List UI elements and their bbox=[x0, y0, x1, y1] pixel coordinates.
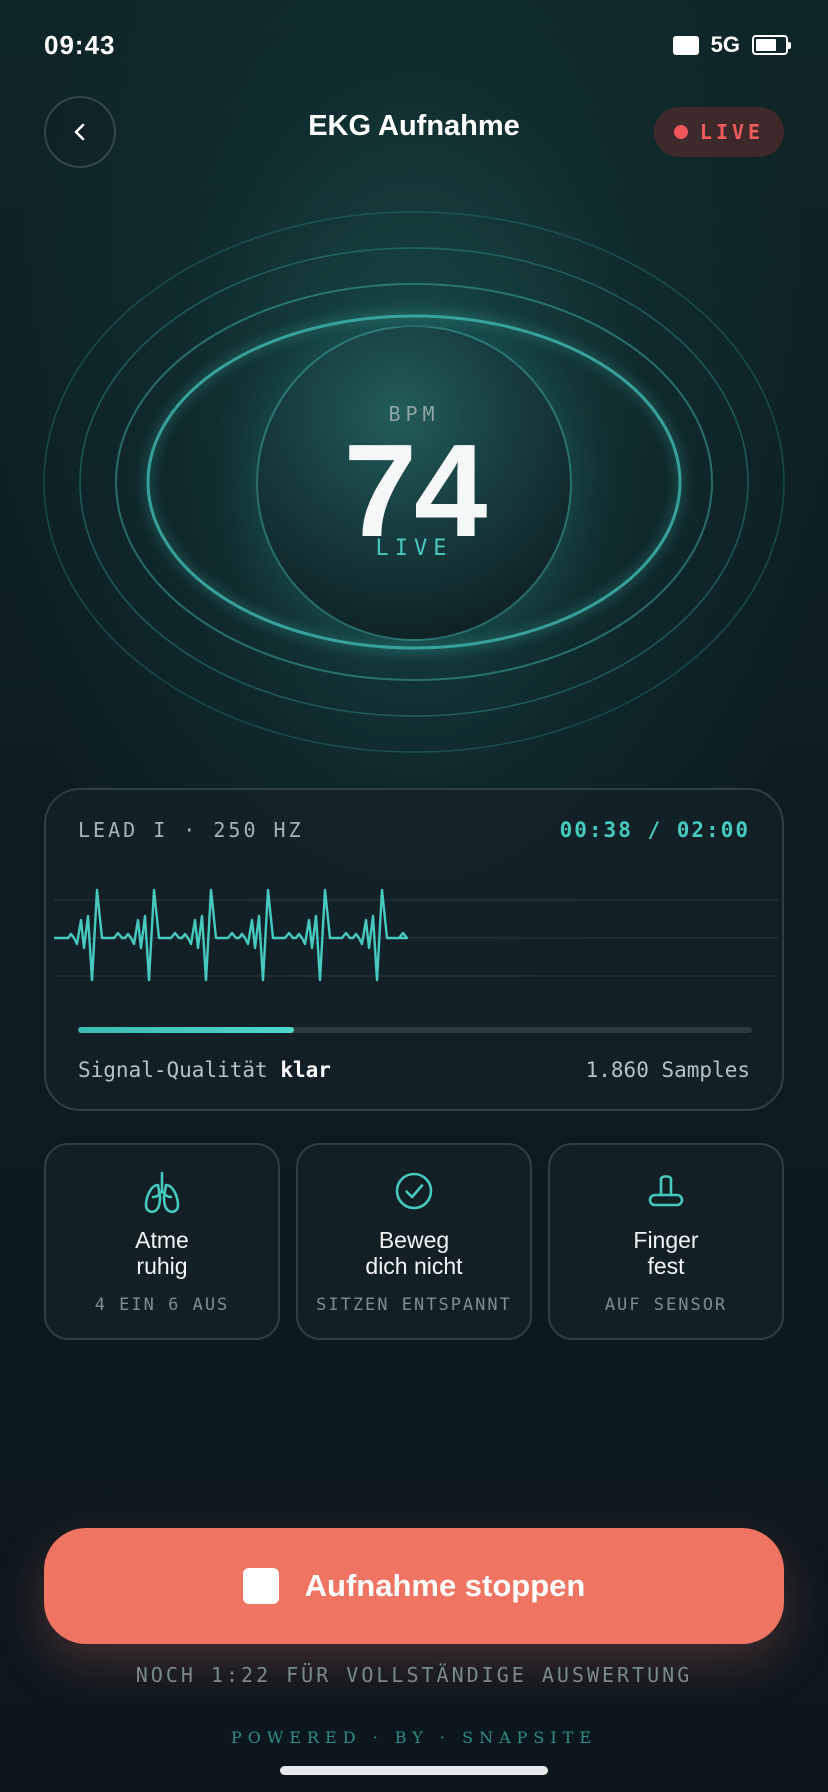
tip-card-breathing: Atme ruhig 4 EIN 6 AUS bbox=[44, 1143, 280, 1340]
ecg-trace bbox=[54, 888, 409, 982]
recording-progress-bar bbox=[78, 1027, 752, 1033]
ecg-timer: 00:38 / 02:00 bbox=[559, 818, 750, 842]
live-badge-label: LIVE bbox=[699, 120, 765, 144]
status-icons: 5G bbox=[672, 32, 791, 58]
battery-icon bbox=[752, 35, 791, 55]
tip-title-line2: ruhig bbox=[136, 1253, 188, 1279]
tip-card-finger: Finger fest AUF SENSOR bbox=[548, 1143, 784, 1340]
signal-quality-label: Signal-Qualität bbox=[78, 1058, 268, 1082]
tip-title-line1: Atme bbox=[135, 1227, 189, 1253]
powered-by-footer: POWERED · BY · SNAPSITE bbox=[230, 1728, 598, 1747]
ecg-waveform bbox=[54, 888, 778, 982]
stop-recording-button[interactable]: Aufnahme stoppen bbox=[44, 1528, 784, 1644]
live-badge: LIVE bbox=[654, 107, 784, 157]
sample-count: 1.860 Samples bbox=[585, 1058, 750, 1082]
tip-card-stillness: Beweg dich nicht SITZEN ENTSPANNT bbox=[296, 1143, 532, 1340]
tip-subtitle: 4 EIN 6 AUS bbox=[94, 1295, 230, 1315]
tip-title-line1: Finger bbox=[633, 1227, 699, 1253]
recording-progress-fill bbox=[78, 1027, 294, 1033]
home-indicator[interactable] bbox=[280, 1766, 548, 1775]
signal-quality: Signal-Qualität klar bbox=[78, 1058, 331, 1082]
ecg-card: LEAD I · 250 HZ 00:38 / 02:00 Signal-Qua… bbox=[44, 788, 784, 1111]
tip-title-line2: fest bbox=[647, 1253, 685, 1279]
status-time: 09:43 bbox=[44, 30, 116, 60]
stop-recording-label: Aufnahme stoppen bbox=[304, 1568, 586, 1603]
stop-icon bbox=[242, 1568, 279, 1604]
check-circle-icon bbox=[395, 1172, 433, 1210]
live-dot-icon bbox=[673, 125, 688, 139]
sim-icon bbox=[672, 35, 699, 55]
lungs-icon bbox=[144, 1171, 180, 1214]
bpm-live-label: LIVE bbox=[375, 536, 453, 561]
ecg-lead-info: LEAD I · 250 HZ bbox=[78, 818, 304, 842]
network-label: 5G bbox=[710, 32, 740, 57]
remaining-time-note: NOCH 1:22 FÜR VOLLSTÄNDIGE AUSWERTUNG bbox=[135, 1663, 693, 1687]
tip-subtitle: SITZEN ENTSPANNT bbox=[316, 1295, 512, 1315]
tip-title-line2: dich nicht bbox=[365, 1253, 463, 1279]
finger-sensor-icon bbox=[648, 1175, 684, 1207]
tip-title-line1: Beweg bbox=[378, 1227, 450, 1253]
signal-quality-value: klar bbox=[280, 1058, 331, 1082]
tip-subtitle: AUF SENSOR bbox=[604, 1295, 728, 1315]
